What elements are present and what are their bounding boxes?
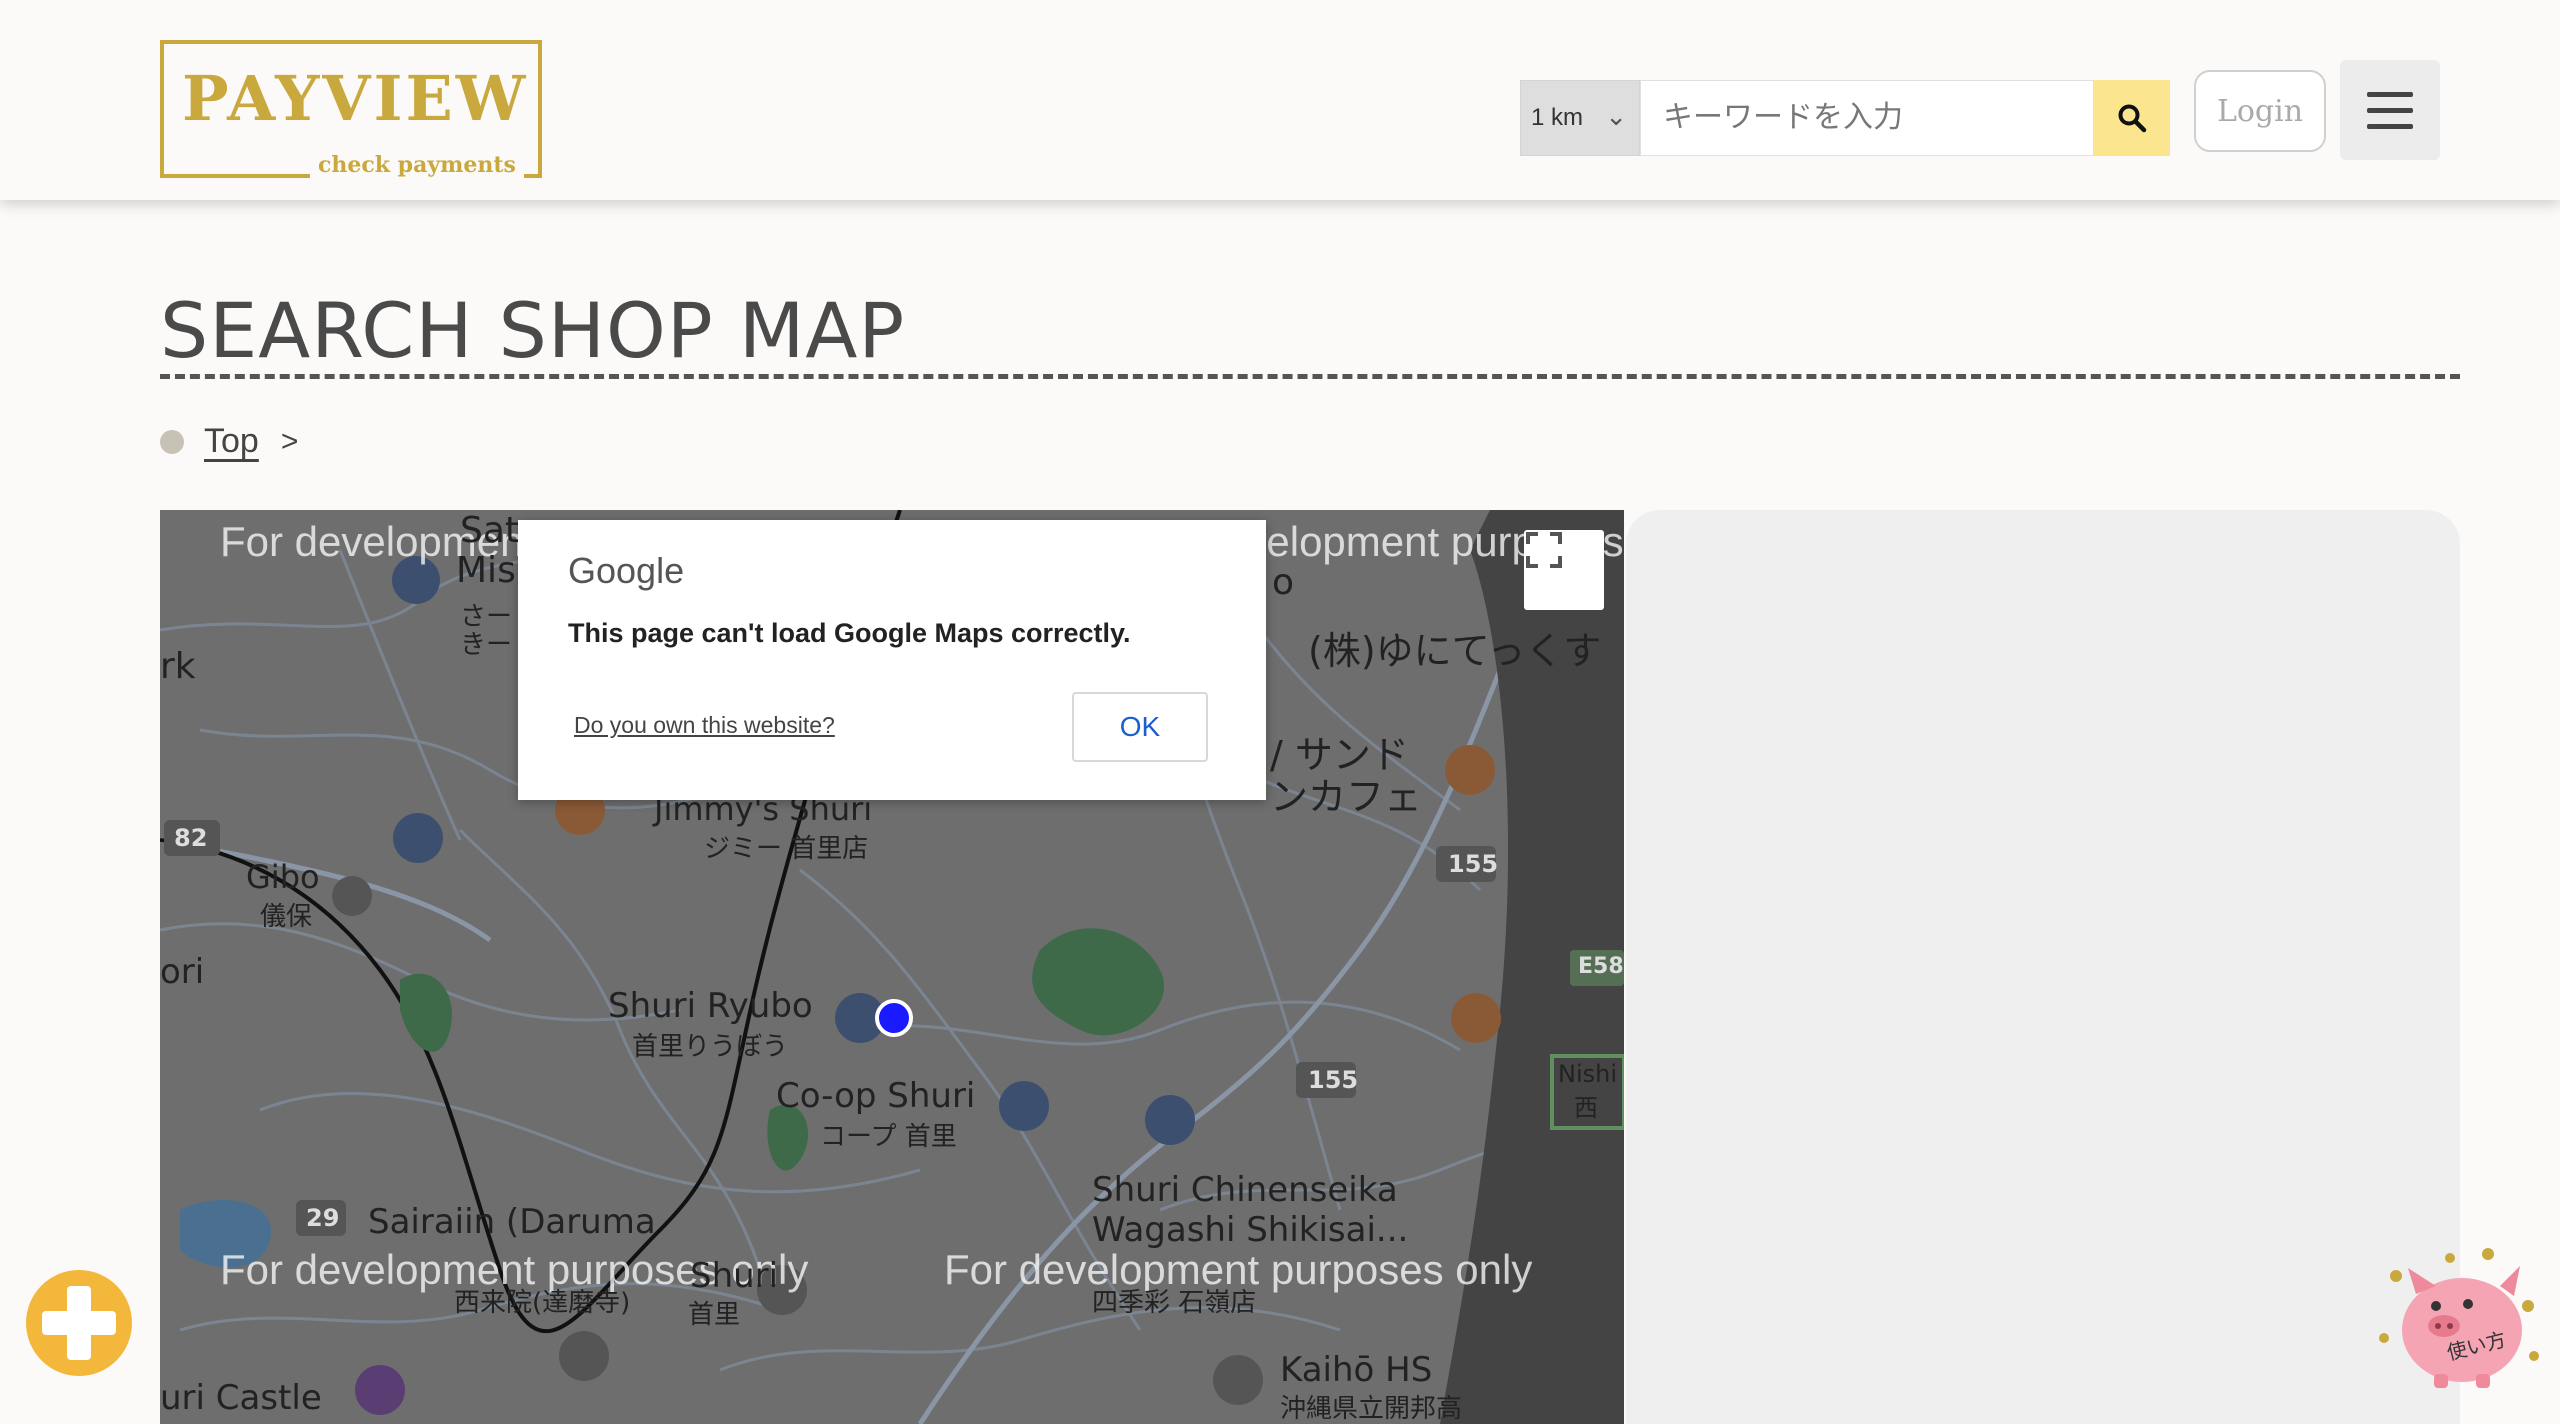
distance-value: 1 km [1531,104,1584,131]
payview-logo[interactable]: PAYVIEW check payments [160,40,542,178]
breadcrumb-link-top[interactable]: Top [204,422,259,461]
page-title: SEARCH SHOP MAP [160,286,906,375]
maps-error-dialog: Google This page can't load Google Maps … [518,520,1266,800]
help-button[interactable]: 使い方 [2374,1246,2550,1396]
current-location-marker [875,999,913,1037]
menu-icon-bar [2367,107,2413,113]
breadcrumb: Top > [160,422,298,461]
site-header: PAYVIEW check payments 1 km ⌄ キーワードを入力 L… [0,0,2560,200]
dialog-message: This page can't load Google Maps correct… [568,618,1131,648]
breadcrumb-bullet-icon [160,429,184,454]
title-divider [160,374,2460,379]
google-logo: Google [568,550,685,591]
plus-icon [26,1270,132,1376]
menu-icon-bar [2367,123,2413,129]
menu-icon-bar [2367,91,2413,97]
breadcrumb-separator: > [280,424,299,458]
login-button[interactable]: Login [2194,70,2326,152]
distance-select[interactable]: 1 km ⌄ [1520,80,1640,156]
hamburger-menu-button[interactable] [2340,60,2440,160]
dialog-ok-button[interactable]: OK [1072,692,1208,762]
search-placeholder: キーワードを入力 [1663,101,1903,134]
logo-text: PAYVIEW [182,62,529,135]
fullscreen-button[interactable] [1524,530,1604,610]
map-watermark: For development purposes only [944,1246,1533,1293]
search-input[interactable]: キーワードを入力 [1640,80,2094,156]
search-button[interactable] [2094,80,2170,156]
chevron-down-icon: ⌄ [1605,101,1627,131]
own-website-link[interactable]: Do you own this website? [574,712,835,739]
fullscreen-icon [1526,532,1562,568]
search-icon [2118,104,2147,133]
map-watermark: For development purposes only [220,1246,809,1293]
logo-subtitle: check payments [310,152,524,178]
add-shop-button[interactable] [24,1268,134,1378]
shop-list-panel [1626,510,2460,1424]
pig-mascot-icon [2379,1248,2539,1388]
